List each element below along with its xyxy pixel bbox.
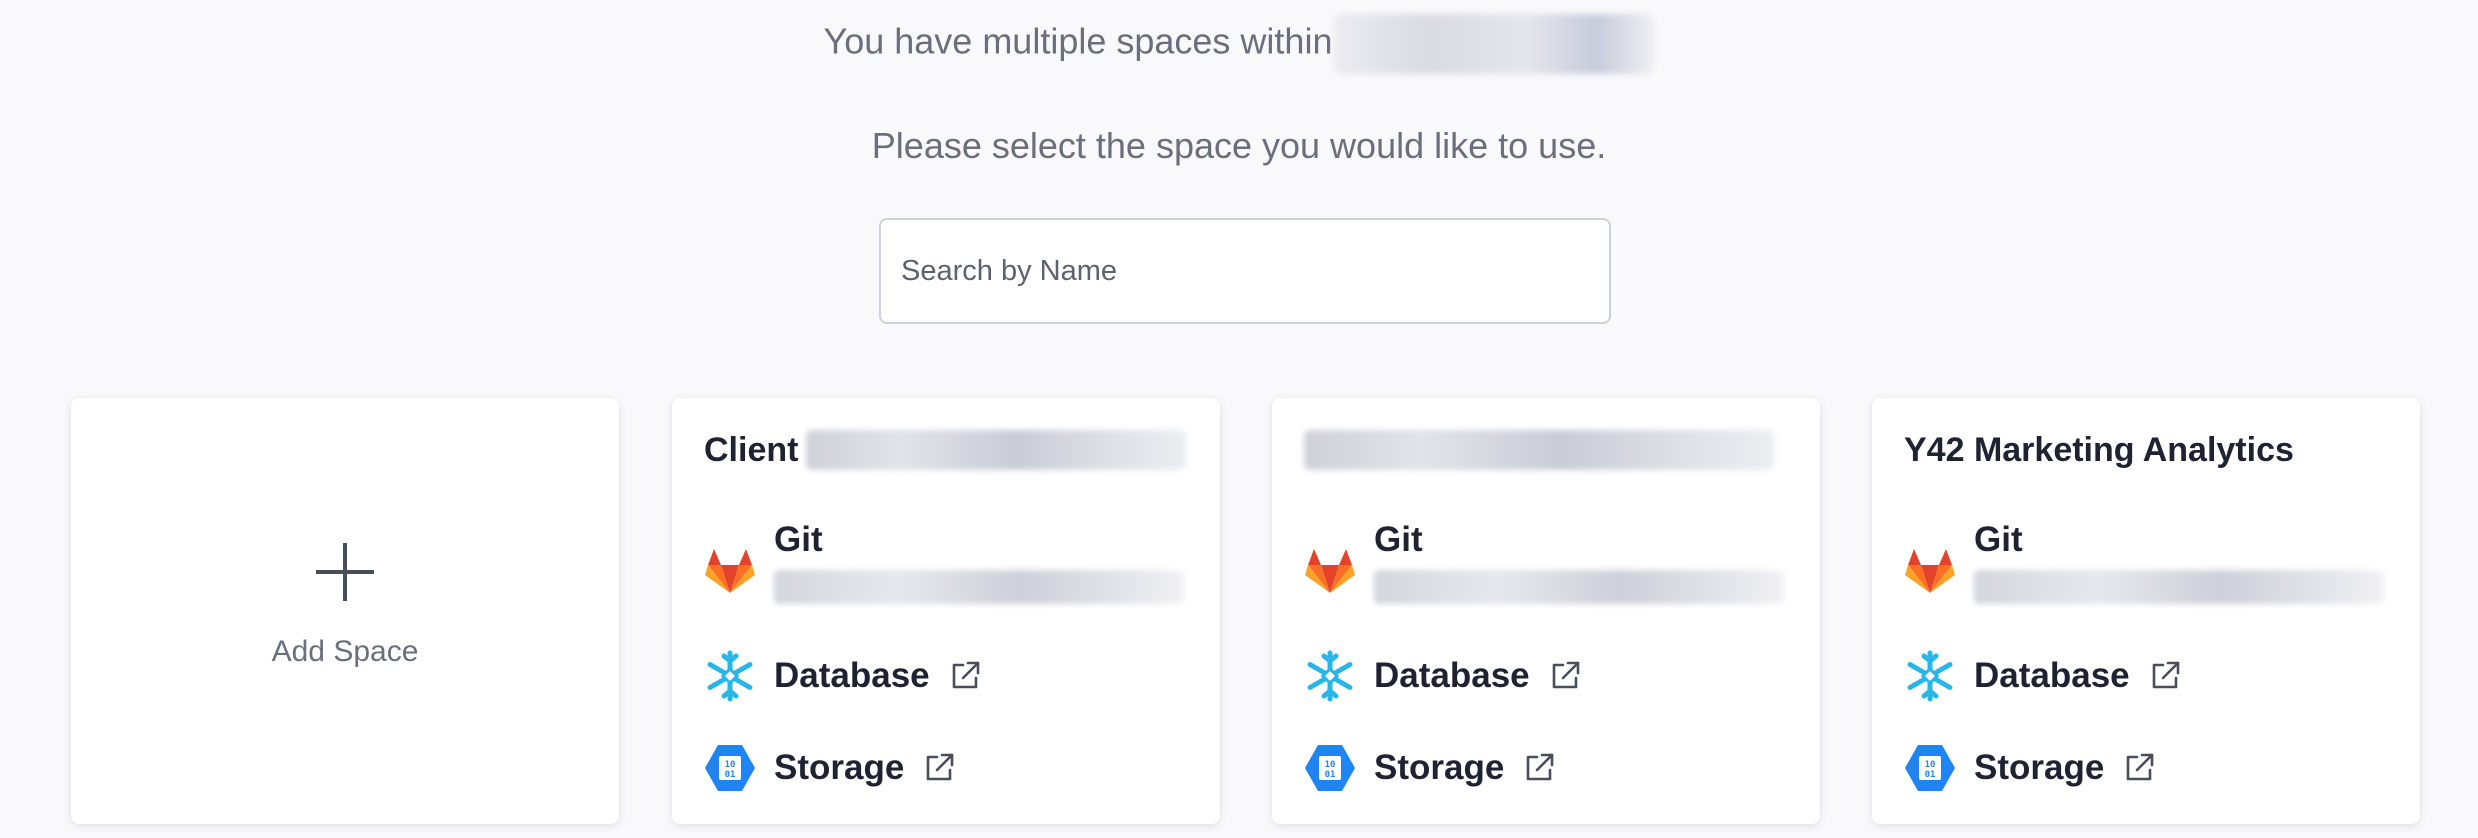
svg-text:10: 10 [1325, 760, 1336, 770]
external-link-icon[interactable] [1548, 659, 1582, 693]
snowflake-icon [707, 650, 753, 702]
storage-label: Storage [774, 748, 905, 787]
external-link-icon[interactable] [1522, 751, 1556, 785]
storage-row: 10 01 Storage [1904, 742, 2156, 794]
redacted-repo-path [1374, 570, 1784, 604]
svg-text:01: 01 [725, 770, 736, 780]
external-link-icon[interactable] [2148, 659, 2182, 693]
git-icon-wrap [1904, 546, 1956, 603]
space-card[interactable]: Git Database 10 01 Storage [1272, 398, 1820, 824]
space-card-title: Client [704, 428, 1187, 472]
git-text: Git [1974, 518, 2384, 604]
add-space-card[interactable]: Add Space [71, 398, 619, 824]
svg-text:01: 01 [1325, 770, 1336, 780]
storage-label: Storage [1374, 748, 1505, 787]
storage-row: 10 01 Storage [1304, 742, 1556, 794]
database-label: Database [774, 656, 930, 695]
git-row: Git [1304, 518, 1784, 604]
azure-storage-icon: 10 01 [705, 745, 755, 791]
git-label: Git [774, 520, 823, 559]
snowflake-icon [1907, 650, 1953, 702]
svg-text:10: 10 [1925, 760, 1936, 770]
external-link-icon[interactable] [2122, 751, 2156, 785]
azure-storage-icon: 10 01 [1905, 745, 1955, 791]
git-row: Git [704, 518, 1184, 604]
git-icon-wrap [1304, 546, 1356, 603]
git-icon-wrap [704, 546, 756, 603]
svg-text:01: 01 [1925, 770, 1936, 780]
add-space-label: Add Space [271, 635, 419, 668]
snowflake-icon [1307, 650, 1353, 702]
storage-label: Storage [1974, 748, 2105, 787]
redacted-repo-path [1974, 570, 2384, 604]
header-line-1: You have multiple spaces within [0, 14, 2478, 74]
external-link-icon[interactable] [922, 751, 956, 785]
git-text: Git [1374, 518, 1784, 604]
space-title-text: Y42 Marketing Analytics [1904, 430, 2294, 469]
redacted-org-name [1334, 14, 1655, 74]
space-card-title [1304, 428, 1774, 472]
database-label: Database [1374, 656, 1530, 695]
database-row: Database [1904, 650, 2182, 702]
search-box[interactable] [879, 218, 1611, 324]
space-card-title: Y42 Marketing Analytics [1904, 428, 2294, 472]
git-label: Git [1374, 520, 1423, 559]
space-card[interactable]: Y42 Marketing Analytics Git Database 10 … [1872, 398, 2420, 824]
git-row: Git [1904, 518, 2384, 604]
redacted-title [806, 430, 1187, 470]
gitlab-icon [705, 549, 755, 593]
gitlab-icon [1305, 549, 1355, 593]
header-text-1: You have multiple spaces within [823, 20, 1333, 62]
redacted-title [1304, 430, 1774, 470]
plus-icon [316, 543, 374, 601]
azure-storage-icon: 10 01 [1305, 745, 1355, 791]
svg-text:10: 10 [725, 760, 736, 770]
database-row: Database [704, 650, 982, 702]
space-title-text: Client [704, 430, 799, 469]
header-line-2: Please select the space you would like t… [871, 125, 1607, 166]
search-input[interactable] [881, 220, 1609, 322]
external-link-icon[interactable] [948, 659, 982, 693]
storage-row: 10 01 Storage [704, 742, 956, 794]
git-text: Git [774, 518, 1184, 604]
git-label: Git [1974, 520, 2023, 559]
gitlab-icon [1905, 549, 1955, 593]
redacted-repo-path [774, 570, 1184, 604]
database-label: Database [1974, 656, 2130, 695]
space-card[interactable]: Client Git Database 10 01 Storage [672, 398, 1220, 824]
database-row: Database [1304, 650, 1582, 702]
